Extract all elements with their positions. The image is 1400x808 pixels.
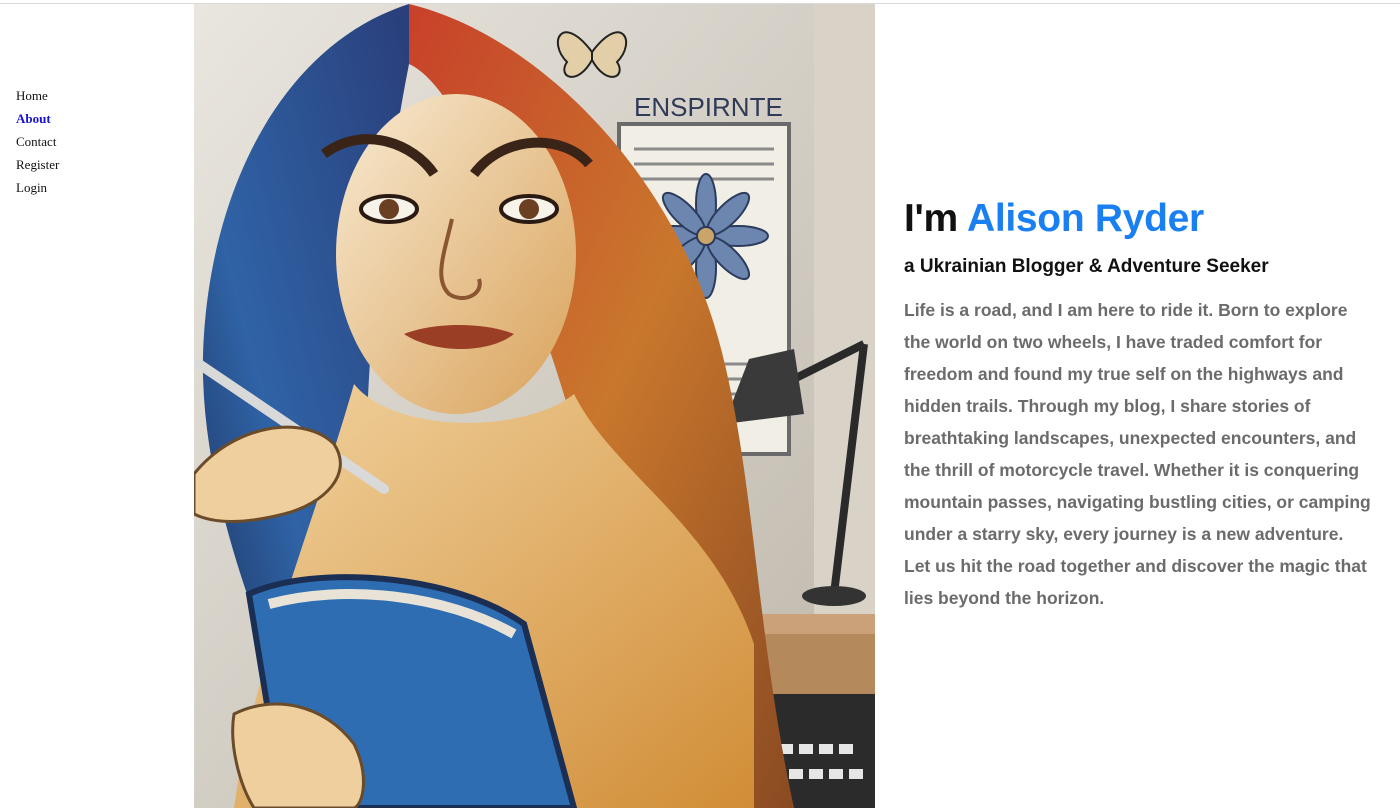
bio-paragraph: Let us hit the road together and discove…	[904, 556, 1367, 608]
sidebar-nav: Home About Contact Register Login	[16, 84, 186, 199]
intro-section: I'm Alison Ryder a Ukrainian Blogger & A…	[904, 194, 1374, 614]
nav-item-home[interactable]: Home	[16, 84, 186, 107]
greeting-text: I'm	[904, 197, 958, 240]
poster-title: ENSPIRNTE	[634, 92, 783, 122]
bio-paragraph: Life is a road, and I am here to ride it…	[904, 300, 1371, 544]
nav-item-register[interactable]: Register	[16, 153, 186, 176]
nav-item-contact[interactable]: Contact	[16, 130, 186, 153]
page-title: I'm Alison Ryder	[904, 194, 1374, 244]
portrait-image: ENSPIRNTE	[194, 4, 875, 808]
nav-item-about[interactable]: About	[16, 107, 186, 130]
nav-item-login[interactable]: Login	[16, 176, 186, 199]
subtitle: a Ukrainian Blogger & Adventure Seeker	[904, 256, 1269, 277]
nav-list: Home About Contact Register Login	[16, 84, 186, 199]
author-name: Alison Ryder	[966, 197, 1204, 240]
portrait-illustration: ENSPIRNTE	[194, 4, 875, 808]
bio-text: Life is a road, and I am here to ride it…	[904, 294, 1374, 614]
